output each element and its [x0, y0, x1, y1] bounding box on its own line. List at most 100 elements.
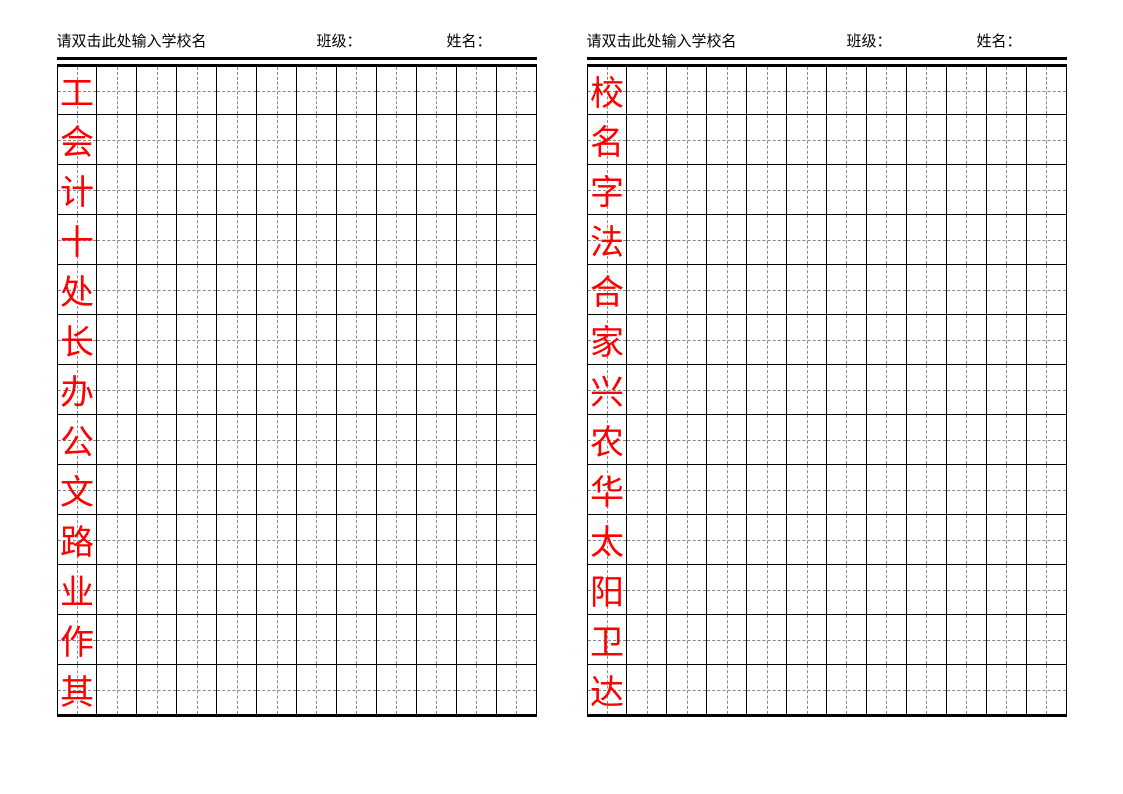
grid-cell[interactable]: [907, 415, 947, 464]
grid-cell[interactable]: [707, 67, 747, 114]
grid-cell[interactable]: [867, 665, 907, 714]
grid-cell[interactable]: [627, 215, 667, 264]
grid-cell[interactable]: [97, 265, 137, 314]
grid-cell[interactable]: [457, 67, 497, 114]
grid-cell[interactable]: [257, 415, 297, 464]
grid-cell[interactable]: [297, 465, 337, 514]
grid-cell[interactable]: [947, 615, 987, 664]
grid-cell[interactable]: [177, 565, 217, 614]
grid-cell[interactable]: [177, 515, 217, 564]
grid-cell[interactable]: [907, 165, 947, 214]
grid-cell[interactable]: [177, 67, 217, 114]
grid-cell[interactable]: [987, 115, 1027, 164]
grid-cell[interactable]: [297, 665, 337, 714]
grid-cell[interactable]: [377, 665, 417, 714]
grid-cell[interactable]: [97, 415, 137, 464]
grid-cell[interactable]: [667, 115, 707, 164]
grid-cell[interactable]: [377, 315, 417, 364]
grid-cell[interactable]: [747, 165, 787, 214]
grid-cell[interactable]: 名: [588, 115, 628, 164]
grid-cell[interactable]: [417, 665, 457, 714]
grid-cell[interactable]: [457, 565, 497, 614]
grid-cell[interactable]: [827, 515, 867, 564]
grid-cell[interactable]: [947, 315, 987, 364]
grid-cell[interactable]: [337, 315, 377, 364]
grid-cell[interactable]: [377, 415, 417, 464]
grid-cell[interactable]: [217, 465, 257, 514]
grid-cell[interactable]: [1027, 615, 1066, 664]
grid-cell[interactable]: [627, 115, 667, 164]
grid-cell[interactable]: [627, 415, 667, 464]
grid-cell[interactable]: [787, 115, 827, 164]
grid-cell[interactable]: [1027, 665, 1066, 714]
grid-cell[interactable]: [297, 565, 337, 614]
grid-cell[interactable]: [947, 67, 987, 114]
grid-cell[interactable]: 合: [588, 265, 628, 314]
grid-cell[interactable]: [707, 415, 747, 464]
grid-cell[interactable]: [987, 265, 1027, 314]
grid-cell[interactable]: [297, 115, 337, 164]
grid-cell[interactable]: [257, 315, 297, 364]
grid-cell[interactable]: [907, 115, 947, 164]
grid-cell[interactable]: [417, 67, 457, 114]
grid-cell[interactable]: [97, 115, 137, 164]
grid-cell[interactable]: 作: [58, 615, 98, 664]
grid-cell[interactable]: [297, 515, 337, 564]
grid-cell[interactable]: [1027, 115, 1066, 164]
grid-cell[interactable]: 十: [58, 215, 98, 264]
grid-cell[interactable]: [377, 115, 417, 164]
grid-cell[interactable]: [297, 67, 337, 114]
grid-cell[interactable]: [497, 265, 536, 314]
grid-cell[interactable]: [337, 215, 377, 264]
grid-cell[interactable]: [337, 515, 377, 564]
grid-cell[interactable]: 达: [588, 665, 628, 714]
grid-cell[interactable]: 业: [58, 565, 98, 614]
grid-cell[interactable]: [337, 615, 377, 664]
grid-cell[interactable]: [417, 115, 457, 164]
grid-cell[interactable]: [867, 465, 907, 514]
grid-cell[interactable]: [987, 67, 1027, 114]
grid-cell[interactable]: [137, 67, 177, 114]
grid-cell[interactable]: 校: [588, 67, 628, 114]
grid-cell[interactable]: [457, 465, 497, 514]
grid-cell[interactable]: [297, 215, 337, 264]
grid-cell[interactable]: [1027, 465, 1066, 514]
grid-cell[interactable]: [1027, 415, 1066, 464]
grid-cell[interactable]: [947, 415, 987, 464]
grid-cell[interactable]: [257, 465, 297, 514]
grid-cell[interactable]: [377, 515, 417, 564]
grid-cell[interactable]: 太: [588, 515, 628, 564]
grid-cell[interactable]: [827, 115, 867, 164]
grid-cell[interactable]: [987, 415, 1027, 464]
grid-cell[interactable]: [667, 215, 707, 264]
grid-cell[interactable]: [217, 415, 257, 464]
grid-cell[interactable]: [97, 215, 137, 264]
grid-cell[interactable]: [377, 365, 417, 414]
grid-cell[interactable]: [457, 665, 497, 714]
grid-cell[interactable]: [257, 665, 297, 714]
grid-cell[interactable]: [377, 615, 417, 664]
grid-cell[interactable]: [497, 115, 536, 164]
grid-cell[interactable]: 办: [58, 365, 98, 414]
grid-cell[interactable]: [297, 165, 337, 214]
grid-cell[interactable]: [627, 515, 667, 564]
grid-cell[interactable]: [907, 67, 947, 114]
grid-cell[interactable]: [497, 67, 536, 114]
grid-cell[interactable]: [257, 615, 297, 664]
grid-cell[interactable]: [337, 365, 377, 414]
grid-cell[interactable]: [497, 365, 536, 414]
grid-cell[interactable]: [137, 415, 177, 464]
grid-cell[interactable]: [787, 67, 827, 114]
grid-cell[interactable]: [297, 265, 337, 314]
grid-cell[interactable]: [1027, 215, 1066, 264]
grid-cell[interactable]: [867, 67, 907, 114]
grid-cell[interactable]: [1027, 265, 1066, 314]
grid-cell[interactable]: [177, 665, 217, 714]
grid-cell[interactable]: [177, 415, 217, 464]
grid-cell[interactable]: [337, 165, 377, 214]
grid-cell[interactable]: [827, 665, 867, 714]
grid-cell[interactable]: [947, 215, 987, 264]
grid-cell[interactable]: [337, 565, 377, 614]
grid-cell[interactable]: [457, 515, 497, 564]
grid-cell[interactable]: [217, 165, 257, 214]
